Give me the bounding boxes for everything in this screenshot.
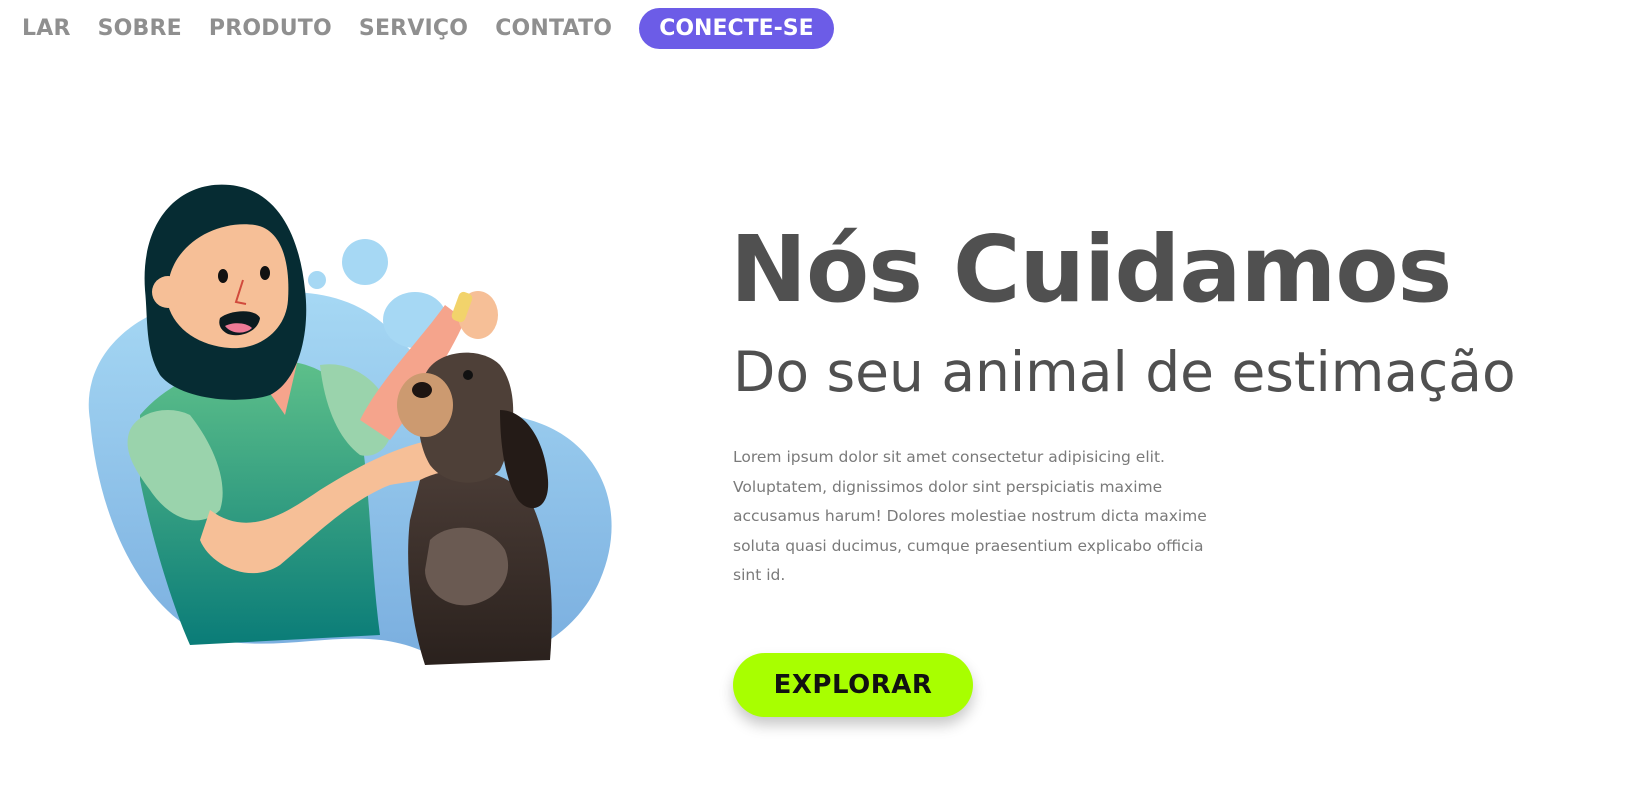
right-eye [260, 266, 270, 280]
nav-link-sobre[interactable]: SOBRE [98, 16, 182, 41]
nav-link-lar[interactable]: LAR [22, 16, 71, 41]
dog-nose [412, 382, 432, 398]
nav-link-servico[interactable]: SERVIÇO [359, 16, 468, 41]
bubble-small [308, 271, 326, 289]
explore-button[interactable]: EXPLORAR [733, 653, 973, 717]
nav-link-contato[interactable]: CONTATO [495, 16, 612, 41]
vet-with-dog-illustration [60, 180, 660, 700]
bubble-large [342, 239, 388, 285]
nav-link-produto[interactable]: PRODUTO [209, 16, 332, 41]
dog-eye [463, 370, 473, 380]
main-nav: LAR SOBRE PRODUTO SERVIÇO CONTATO CONECT… [22, 7, 834, 49]
left-eye [218, 269, 228, 283]
hero-title: Nós Cuidamos [730, 216, 1452, 323]
connect-button[interactable]: CONECTE-SE [639, 7, 834, 49]
hero-description: Lorem ipsum dolor sit amet consectetur a… [733, 448, 1207, 584]
ear [152, 276, 184, 308]
hero-subtitle: Do seu animal de estimação [733, 340, 1516, 404]
